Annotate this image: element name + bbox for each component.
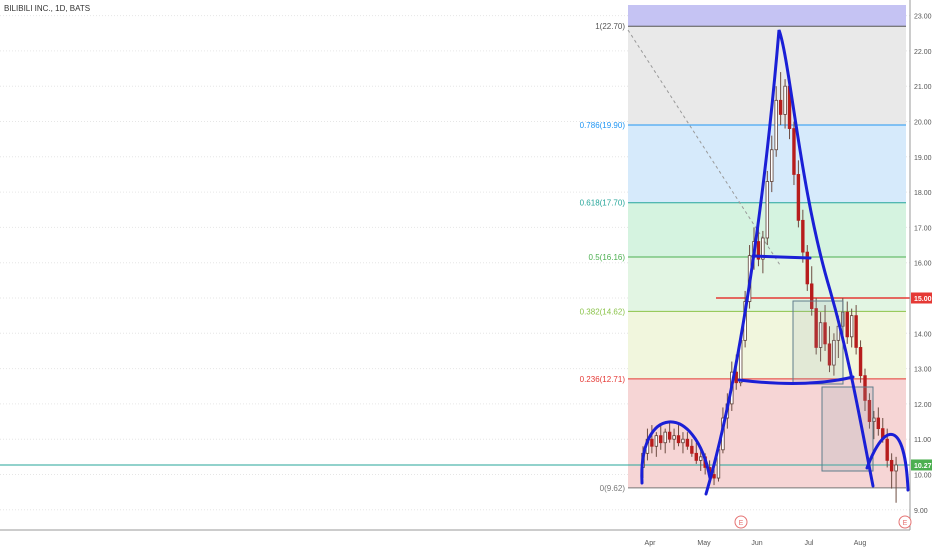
fib-label: 1(22.70)	[595, 22, 625, 31]
candle-body	[796, 174, 801, 221]
symbol-title: BILIBILI INC., 1D, BATS	[4, 4, 91, 13]
price-badge-label: 10.27	[914, 463, 932, 470]
price-tick-label: 23.00	[914, 14, 932, 21]
candle-body	[659, 435, 663, 444]
candle-body	[690, 445, 694, 454]
drawn-line[interactable]	[751, 254, 812, 260]
earnings-marker-label: E	[739, 520, 744, 527]
fib-labels: 1(22.70) 0.786(19.90) 0.618(17.70) 0.5(16.1…	[580, 22, 626, 493]
candle-body	[681, 438, 685, 444]
candle-body	[889, 459, 894, 472]
price-tick-label: 17.00	[914, 225, 932, 232]
fib-zone	[628, 311, 906, 379]
candle-body	[650, 438, 654, 447]
candle-body	[672, 435, 676, 440]
price-tick-label: 12.00	[914, 402, 932, 409]
fib-zone	[628, 26, 906, 126]
candle-body	[712, 474, 716, 479]
fib-zone	[628, 257, 906, 312]
fib-zone	[628, 5, 906, 27]
price-tick-label: 21.00	[914, 84, 932, 91]
price-tick-label: 16.00	[914, 261, 932, 268]
candle-body	[801, 219, 805, 253]
candle-body	[667, 431, 672, 440]
time-axis[interactable]	[0, 530, 910, 550]
price-tick-label: 9.00	[914, 508, 928, 515]
candle-body	[765, 181, 770, 239]
candle-body	[792, 128, 796, 175]
price-tick-label: 19.00	[914, 155, 932, 162]
price-tick-label: 18.00	[914, 190, 932, 197]
fib-label: 0.5(16.16)	[589, 253, 626, 262]
price-axis-ticks: 9.00 10.00 11.00 12.00 13.00 14.00 15.00 16.00 1…	[914, 14, 932, 515]
candle-body	[854, 315, 858, 348]
candle-body	[699, 456, 703, 461]
time-tick-label: Apr	[645, 540, 657, 547]
time-tick-label: Aug	[854, 540, 867, 547]
candle-body	[849, 315, 854, 338]
candle-body	[685, 438, 690, 447]
drawn-rectangle[interactable]	[821, 386, 874, 472]
candle-body	[858, 347, 863, 377]
candle-body	[778, 99, 783, 115]
candle-body	[770, 149, 774, 182]
candle-body	[894, 464, 898, 472]
price-tick-label: 14.00	[914, 331, 932, 338]
fib-label: 0.382(14.62)	[580, 307, 626, 316]
candle-body	[845, 311, 849, 338]
price-tick-label: 20.00	[914, 120, 932, 127]
time-tick-label: Jul	[805, 540, 814, 547]
fib-label: 0.236(12.71)	[580, 375, 626, 384]
candle-body	[774, 99, 778, 151]
candle-body	[876, 417, 881, 430]
fib-label: 0.786(19.90)	[580, 121, 626, 130]
earnings-marker-label: E	[903, 520, 908, 527]
candle-body	[663, 431, 667, 444]
fib-label: 0.618(17.70)	[580, 199, 626, 208]
candle-body	[694, 452, 698, 461]
price-tick-label: 10.00	[914, 473, 932, 480]
price-tick-label: 13.00	[914, 367, 932, 374]
price-badge-label: 15.00	[914, 296, 932, 303]
price-tick-label: 22.00	[914, 49, 932, 56]
event-markers: EE	[734, 515, 912, 529]
candle-body	[783, 85, 787, 115]
time-tick-label: May	[697, 540, 711, 547]
candle-body	[676, 435, 681, 444]
candle-body	[885, 438, 889, 461]
price-tick-label: 11.00	[914, 437, 931, 444]
time-tick-label: Jun	[751, 540, 762, 547]
candle-body	[654, 435, 659, 447]
fib-label: 0(9.62)	[600, 484, 626, 493]
price-chart[interactable]: 1(22.70) 0.786(19.90) 0.618(17.70) 0.5(16.1…	[0, 0, 932, 550]
